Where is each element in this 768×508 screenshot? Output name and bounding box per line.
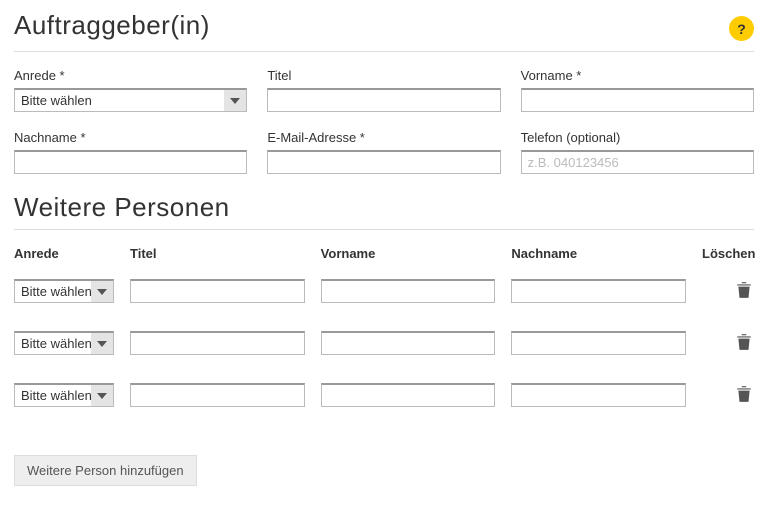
chevron-down-icon [91,281,113,302]
trash-icon [736,333,752,351]
chevron-down-icon [91,385,113,406]
label-telefon: Telefon (optional) [521,130,754,145]
label-vorname: Vorname * [521,68,754,83]
row-titel-input[interactable] [130,383,305,407]
row-anrede-value: Bitte wählen [21,284,91,299]
anrede-select-value: Bitte wählen [21,93,224,108]
label-anrede: Anrede * [14,68,247,83]
telefon-input[interactable] [521,150,754,174]
row-nachname-input[interactable] [511,331,686,355]
vorname-input[interactable] [521,88,754,112]
row-vorname-input[interactable] [321,383,496,407]
add-person-button[interactable]: Weitere Person hinzufügen [14,455,197,486]
chevron-down-icon [224,90,246,111]
divider [14,229,754,230]
anrede-select[interactable]: Bitte wählen [14,88,247,112]
table-row: Bitte wählen [14,279,754,303]
row-anrede-select[interactable]: Bitte wählen [14,279,114,303]
row-anrede-value: Bitte wählen [21,388,91,403]
row-titel-input[interactable] [130,279,305,303]
titel-input[interactable] [267,88,500,112]
row-vorname-input[interactable] [321,279,496,303]
column-header-titel: Titel [130,246,305,261]
delete-row-button[interactable] [734,280,754,300]
row-titel-input[interactable] [130,331,305,355]
label-titel: Titel [267,68,500,83]
row-nachname-input[interactable] [511,383,686,407]
row-anrede-select[interactable]: Bitte wählen [14,383,114,407]
trash-icon [736,385,752,403]
row-anrede-value: Bitte wählen [21,336,91,351]
help-button[interactable]: ? [729,16,754,41]
column-header-vorname: Vorname [321,246,496,261]
chevron-down-icon [91,333,113,354]
table-row: Bitte wählen [14,383,754,407]
delete-row-button[interactable] [734,332,754,352]
divider [14,51,754,52]
column-header-delete: Löschen [702,246,754,261]
row-vorname-input[interactable] [321,331,496,355]
section-title-client: Auftraggeber(in) [14,10,210,41]
email-input[interactable] [267,150,500,174]
row-nachname-input[interactable] [511,279,686,303]
label-nachname: Nachname * [14,130,247,145]
row-anrede-select[interactable]: Bitte wählen [14,331,114,355]
delete-row-button[interactable] [734,384,754,404]
column-header-nachname: Nachname [511,246,686,261]
column-header-anrede: Anrede [14,246,114,261]
label-email: E-Mail-Adresse * [267,130,500,145]
trash-icon [736,281,752,299]
section-title-persons: Weitere Personen [14,192,754,223]
table-row: Bitte wählen [14,331,754,355]
nachname-input[interactable] [14,150,247,174]
